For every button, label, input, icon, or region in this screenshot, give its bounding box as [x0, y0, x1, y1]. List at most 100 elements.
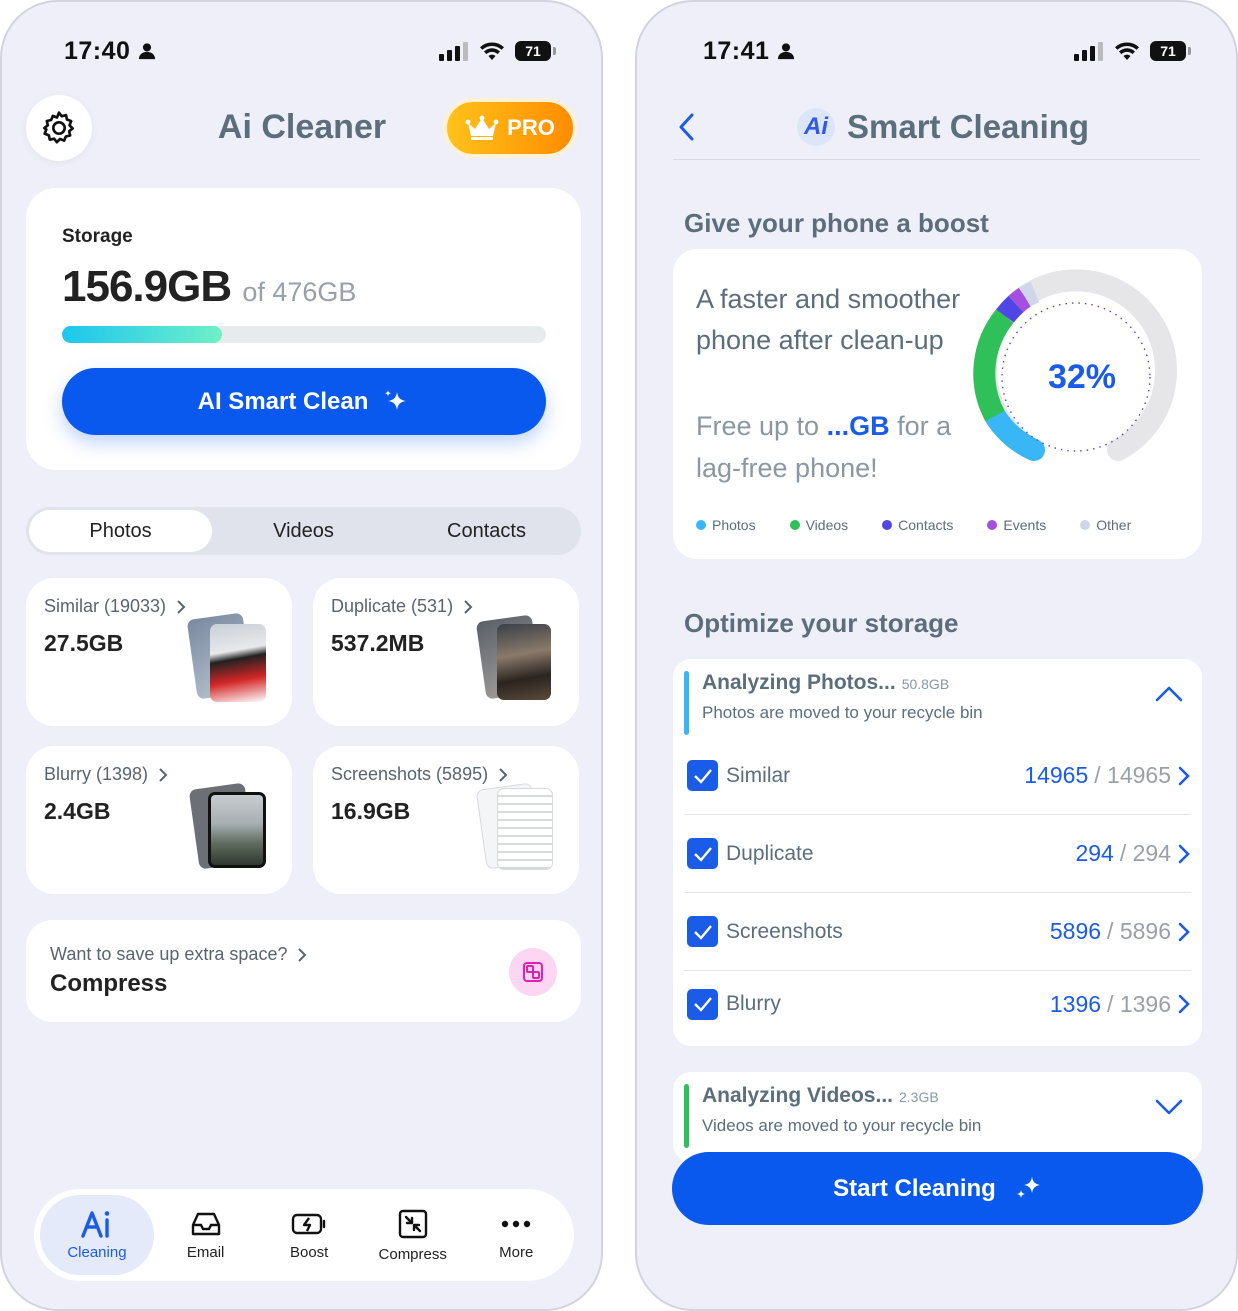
phone-screen-smart-cleaning: 17:41 71 Ai Smart Cleaning Give your pho… — [635, 0, 1238, 1311]
photos-size: 50.8GB — [901, 676, 950, 692]
row-screenshots[interactable]: Screenshots 5896 / 5896 — [684, 893, 1191, 971]
free-up-text: Free up to ...GB for a lag-free phone! — [696, 405, 966, 489]
page-title-text: Smart Cleaning — [847, 108, 1090, 145]
sparkle-icon — [1016, 1176, 1040, 1198]
checkbox-checked[interactable] — [687, 988, 718, 1020]
compress-question-text: Want to save up extra space? — [50, 944, 288, 964]
tile-size: 537.2MB — [331, 630, 425, 656]
row-selected: 1396 — [1049, 990, 1102, 1017]
wifi-icon — [480, 42, 504, 60]
legend-label: Videos — [805, 517, 849, 533]
status-time: 17:40 — [64, 36, 131, 65]
row-blurry[interactable]: Blurry 1396 / 1396 — [684, 965, 1191, 1043]
signal-icon — [1074, 42, 1103, 61]
nav-compress[interactable]: Compress — [361, 1195, 465, 1275]
person-icon — [778, 43, 795, 60]
storage-label: Storage — [62, 226, 133, 247]
nav-more[interactable]: More — [464, 1195, 568, 1275]
start-cleaning-button[interactable]: Start Cleaning — [672, 1152, 1203, 1225]
boost-text: A faster and smoother phone after clean-… — [696, 284, 961, 355]
compress-question: Want to save up extra space? — [50, 944, 307, 965]
photo-thumbnail — [208, 792, 266, 868]
row-name: Blurry — [726, 992, 781, 1015]
legend-item: Videos — [789, 517, 849, 533]
row-name: Duplicate — [726, 841, 814, 865]
row-total: / 1396 — [1107, 990, 1171, 1017]
checkbox-checked[interactable] — [687, 760, 718, 791]
legend-label: Contacts — [898, 517, 954, 533]
nav-cleaning[interactable]: Cleaning — [40, 1195, 154, 1275]
checkmark-icon — [693, 768, 712, 784]
person-icon — [139, 43, 156, 60]
photos-analysis-card: Analyzing Photos... 50.8GB Photos are mov… — [673, 659, 1202, 1046]
battery-bolt-icon — [291, 1213, 326, 1234]
donut-segment-other — [1019, 281, 1040, 307]
nav-boost[interactable]: Boost — [257, 1195, 361, 1275]
storage-progress-fill — [62, 326, 222, 343]
signal-icon — [439, 42, 468, 61]
videos-analysis-header[interactable]: Analyzing Videos... 2.3GB Videos are move… — [684, 1084, 1191, 1148]
chevron-right-icon — [1178, 766, 1190, 785]
tile-label-text: Similar (19033) — [44, 596, 167, 616]
checkbox-checked[interactable] — [687, 838, 718, 869]
storage-used: 156.9GB of 476GB — [62, 262, 356, 312]
legend-item: Photos — [696, 517, 756, 533]
chevron-up-icon[interactable] — [1155, 685, 1183, 703]
nav-label: Compress — [378, 1245, 447, 1263]
status-time: 17:41 — [703, 36, 770, 65]
screenshot-thumbnail — [497, 788, 553, 870]
tile-label-text: Duplicate (531) — [331, 596, 454, 616]
row-selected: 14965 — [1024, 762, 1089, 788]
tile-label: Duplicate (531) — [331, 596, 473, 617]
row-total: / 5896 — [1107, 918, 1171, 944]
ai-smart-clean-button[interactable]: AI Smart Clean — [62, 368, 546, 435]
compress-card[interactable]: Want to save up extra space? Compress — [26, 920, 581, 1022]
blurry-tile[interactable]: Blurry (1398) 2.4GB — [26, 746, 292, 894]
tab-videos[interactable]: Videos — [212, 510, 395, 552]
tab-contacts[interactable]: Contacts — [395, 510, 578, 552]
photos-analysis-header[interactable]: Analyzing Photos... 50.8GB Photos are mov… — [684, 671, 1191, 735]
screenshots-tile[interactable]: Screenshots (5895) 16.9GB — [313, 746, 579, 894]
status-bar: 17:41 71 — [703, 36, 1191, 66]
videos-analysis-subtitle: Videos are moved to your recycle bin — [702, 1116, 982, 1135]
row-count: 5896 / 5896 — [1050, 918, 1191, 945]
row-duplicate[interactable]: Duplicate 294 / 294 — [684, 815, 1191, 893]
legend-dot — [696, 520, 706, 530]
chevron-down-icon[interactable] — [1155, 1098, 1183, 1116]
row-name: Similar — [726, 763, 791, 787]
nav-label: Cleaning — [67, 1243, 127, 1261]
compress-image-icon — [523, 962, 543, 982]
wifi-icon — [1115, 42, 1139, 60]
row-similar[interactable]: Similar 14965 / 14965 — [684, 737, 1191, 815]
chevron-right-icon — [1178, 922, 1190, 941]
tile-size: 2.4GB — [44, 798, 111, 824]
legend-dot — [789, 520, 800, 530]
legend-item: Contacts — [882, 517, 953, 533]
donut-segment-events — [1008, 287, 1032, 313]
settings-button[interactable] — [26, 95, 92, 161]
nav-label: More — [499, 1243, 534, 1261]
media-tabs: Photos Videos Contacts — [26, 507, 581, 555]
tile-label: Screenshots (5895) — [331, 764, 508, 785]
legend-label: Photos — [712, 517, 756, 533]
start-cleaning-label: Start Cleaning — [833, 1174, 996, 1202]
legend-label: Events — [1003, 517, 1047, 533]
boost-card: A faster and smoother phone after clean-… — [673, 249, 1202, 559]
photos-analysis-title: Analyzing Photos... 50.8GB — [702, 671, 949, 695]
tab-photos[interactable]: Photos — [29, 510, 212, 552]
ai-smart-clean-label: AI Smart Clean — [197, 387, 369, 415]
phone-screen-home: 17:40 71 Ai Cleaner PRO Storage 156.9GB … — [0, 0, 603, 1311]
row-total: / 14965 — [1094, 762, 1171, 788]
checkmark-icon — [693, 997, 712, 1012]
similar-tile[interactable]: Similar (19033) 27.5GB — [26, 578, 292, 726]
duplicate-tile[interactable]: Duplicate (531) 537.2MB — [313, 578, 579, 726]
back-chevron-icon[interactable] — [677, 112, 695, 142]
videos-analysis-title: Analyzing Videos... 2.3GB — [702, 1084, 939, 1108]
storage-progress-bar — [62, 326, 546, 343]
pro-button[interactable]: PRO — [443, 98, 577, 158]
nav-email[interactable]: Email — [154, 1195, 258, 1275]
checkbox-checked[interactable] — [687, 916, 718, 947]
inbox-icon — [191, 1212, 220, 1235]
free-value: ...GB — [826, 411, 890, 441]
donut-legend: Photos Videos Contacts Events Other — [696, 517, 1165, 533]
